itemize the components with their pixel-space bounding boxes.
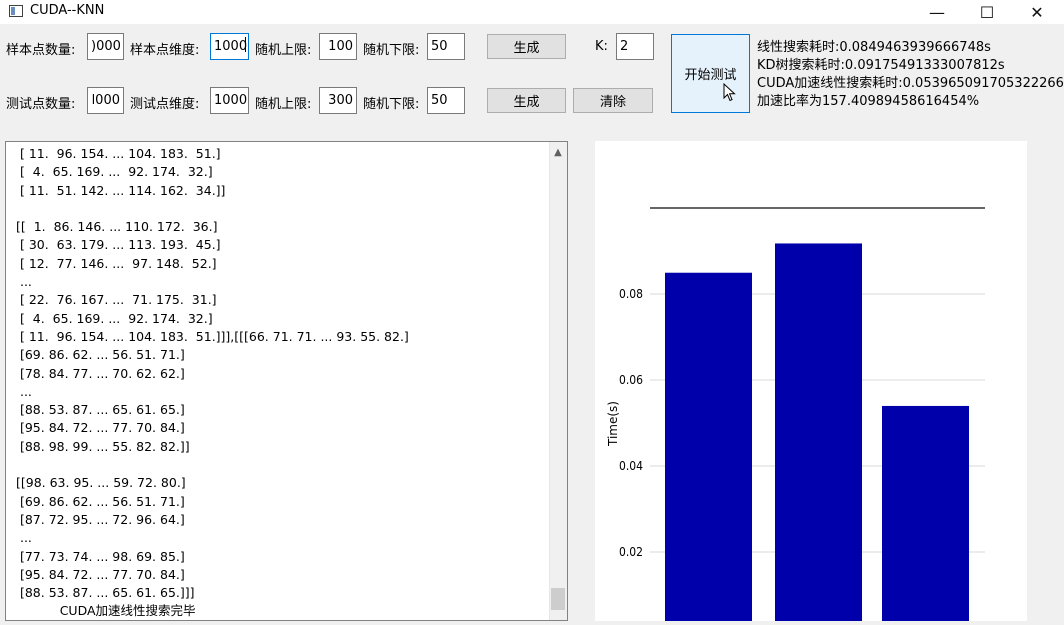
output-line: [95. 84. 72. ... 77. 70. 84.] bbox=[16, 566, 185, 582]
output-line: [ 12. 77. 146. ... 97. 148. 52.] bbox=[16, 255, 217, 271]
generate-tests-button[interactable]: 生成 bbox=[487, 88, 566, 113]
output-line: [77. 73. 74. ... 98. 69. 85.] bbox=[16, 548, 185, 564]
output-line: ... bbox=[16, 383, 32, 399]
sample-dim-value: 1000 bbox=[214, 39, 248, 54]
results-panel: 线性搜索耗时:0.0849463939666748s KD树搜索耗时:0.091… bbox=[757, 39, 1064, 111]
window-title: CUDA--KNN bbox=[30, 3, 105, 18]
linear-search-time: 线性搜索耗时:0.0849463939666748s bbox=[757, 40, 991, 55]
test-dim-input[interactable]: 1000 bbox=[210, 87, 249, 114]
chart-panel: 0.02 0.04 0.06 0.08 Time(s) bbox=[595, 141, 1027, 622]
output-line: [69. 86. 62. ... 56. 51. 71.] bbox=[16, 347, 185, 363]
output-line: [87. 72. 95. ... 72. 96. 64.] bbox=[16, 511, 185, 527]
rand-upper-label-1: 随机上限: bbox=[255, 43, 312, 58]
output-line: [ 4. 65. 169. ... 92. 174. 32.] bbox=[16, 310, 213, 326]
test-dim-label: 测试点维度: bbox=[130, 97, 200, 112]
rand-lower-input-1[interactable]: 50 bbox=[427, 33, 465, 60]
bar bbox=[665, 272, 752, 621]
rand-lower-label-2: 随机下限: bbox=[363, 97, 420, 112]
y-axis-label: Time(s) bbox=[606, 401, 620, 447]
output-line: [78. 84. 77. ... 70. 62. 62.] bbox=[16, 365, 185, 381]
rand-upper-label-2: 随机上限: bbox=[255, 97, 312, 112]
output-line: CUDA加速线性搜索完毕 bbox=[16, 603, 196, 619]
output-line: [ 11. 96. 154. ... 104. 183. 51.] bbox=[16, 146, 221, 161]
mouse-cursor-icon bbox=[723, 83, 736, 102]
test-count-input[interactable]: l000 bbox=[87, 87, 124, 114]
rand-lower-input-2[interactable]: 50 bbox=[427, 87, 465, 114]
minimize-button[interactable]: — bbox=[914, 0, 960, 24]
test-count-label: 测试点数量: bbox=[6, 97, 76, 112]
k-label: K: bbox=[595, 39, 608, 54]
bar bbox=[775, 243, 862, 622]
y-tick-label: 0.08 bbox=[619, 286, 643, 301]
output-line: [ 11. 96. 154. ... 104. 183. 51.]]],[[[6… bbox=[16, 328, 409, 344]
output-line: [88. 98. 99. ... 55. 82. 82.]] bbox=[16, 438, 190, 454]
maximize-icon: ☐ bbox=[979, 2, 995, 22]
kdtree-search-time: KD树搜索耗时:0.09175491333007812s bbox=[757, 58, 1005, 73]
y-tick-label: 0.02 bbox=[619, 544, 643, 559]
output-textarea[interactable]: [ 11. 96. 154. ... 104. 183. 51.] [ 4. 6… bbox=[5, 141, 568, 621]
scroll-up-icon[interactable]: ▲ bbox=[549, 142, 567, 162]
close-icon: ✕ bbox=[1030, 2, 1044, 22]
output-line: [95. 84. 72. ... 77. 70. 84.] bbox=[16, 420, 185, 436]
maximize-button[interactable]: ☐ bbox=[964, 0, 1010, 24]
minimize-icon: — bbox=[929, 2, 945, 22]
vertical-scrollbar[interactable]: ▲ bbox=[549, 142, 567, 620]
sample-count-label: 样本点数量: bbox=[6, 43, 76, 58]
rand-upper-input-2[interactable]: 300 bbox=[319, 87, 357, 114]
output-line: ... bbox=[16, 274, 32, 290]
close-button[interactable]: ✕ bbox=[1014, 0, 1060, 24]
sample-count-input[interactable]: )000 bbox=[87, 33, 124, 60]
output-line: [88. 53. 87. ... 65. 61. 65.]]] bbox=[16, 585, 195, 601]
output-line: [88. 53. 87. ... 65. 61. 65.] bbox=[16, 402, 185, 418]
rand-lower-label-1: 随机下限: bbox=[363, 43, 420, 58]
output-line: ... bbox=[16, 530, 32, 546]
cuda-search-time: CUDA加速线性搜索耗时:0.05396509170532226​6s bbox=[757, 76, 1064, 91]
app-icon bbox=[9, 5, 23, 17]
output-line: [ 11. 51. 142. ... 114. 162. 34.]] bbox=[16, 182, 226, 198]
output-line: [[ 1. 86. 146. ... 110. 172. 36.] bbox=[16, 219, 218, 235]
output-line: [[98. 63. 95. ... 59. 72. 80.] bbox=[16, 475, 186, 491]
generate-samples-button[interactable]: 生成 bbox=[487, 34, 566, 59]
start-test-label: 开始测试 bbox=[684, 68, 737, 83]
output-line: [ 30. 63. 179. ... 113. 193. 45.] bbox=[16, 237, 221, 253]
output-line: [ 4. 65. 169. ... 92. 174. 32.] bbox=[16, 164, 213, 180]
clear-button[interactable]: 清除 bbox=[573, 88, 653, 113]
output-line: [69. 86. 62. ... 56. 51. 71.] bbox=[16, 493, 185, 509]
sample-dim-input[interactable]: 1000 bbox=[210, 33, 249, 60]
bar bbox=[882, 405, 969, 621]
rand-upper-input-1[interactable]: 100 bbox=[319, 33, 357, 60]
speedup-ratio: 加速比率为157.40989458616454% bbox=[757, 94, 980, 109]
text-caret bbox=[245, 37, 247, 52]
bar-chart: 0.02 0.04 0.06 0.08 Time(s) bbox=[606, 207, 985, 622]
output-line: [ 22. 76. 167. ... 71. 175. 31.] bbox=[16, 292, 217, 308]
start-test-button[interactable]: 开始测试 bbox=[671, 34, 750, 113]
output-text: [ 11. 96. 154. ... 104. 183. 51.] [ 4. 6… bbox=[16, 145, 546, 620]
title-bar: CUDA--KNN — ☐ ✕ bbox=[0, 0, 1064, 24]
sample-dim-label: 样本点维度: bbox=[130, 43, 200, 58]
k-input[interactable]: 2 bbox=[616, 33, 654, 60]
y-tick-label: 0.06 bbox=[619, 372, 643, 387]
scroll-thumb[interactable] bbox=[551, 588, 565, 610]
y-tick-label: 0.04 bbox=[619, 458, 643, 473]
